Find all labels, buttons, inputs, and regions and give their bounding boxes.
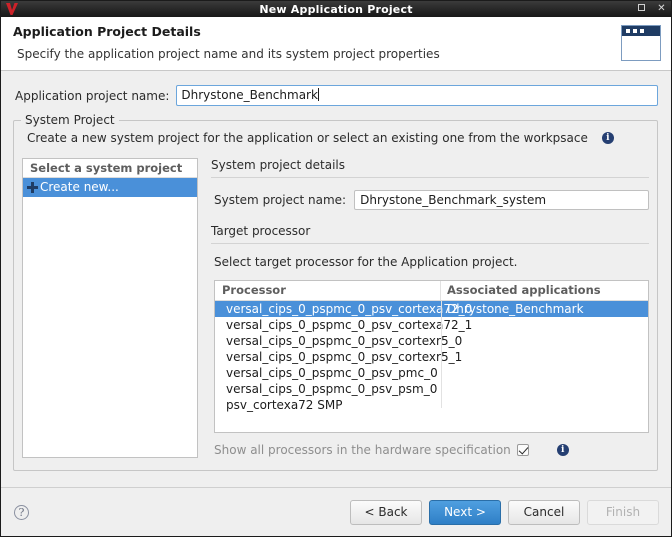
target-processor-title: Target processor [211,224,311,238]
table-row[interactable]: versal_cips_0_pspmc_0_psv_pmc_0 [215,365,648,381]
table-row[interactable]: psv_cortexa72 SMP [215,397,648,413]
table-row[interactable]: versal_cips_0_pspmc_0_psv_cortexr5_1 [215,349,648,365]
cancel-button[interactable]: Cancel [508,499,580,525]
info-icon[interactable]: i [556,444,569,456]
table-row[interactable]: versal_cips_0_pspmc_0_psv_cortexr5_0 [215,333,648,349]
dialog-footer: ? < Back Next > Cancel Finish [1,487,671,536]
system-project-description-row: Create a new system project for the appl… [22,131,649,145]
restore-window-icon[interactable] [636,4,647,14]
processor-table[interactable]: Processor Associated applications versal… [214,280,649,433]
system-project-list-header: Select a system project [23,159,197,178]
plus-icon [27,182,38,193]
info-icon[interactable]: i [601,132,614,144]
processor-table-header: Processor Associated applications [215,281,648,301]
cell-processor: versal_cips_0_pspmc_0_psv_psm_0 [226,382,438,396]
window-title: New Application Project [259,2,413,16]
table-row[interactable]: versal_cips_0_pspmc_0_psv_cortexa72_1 [215,317,648,333]
window-controls: ✕ [636,1,667,17]
title-bar: New Application Project ✕ [1,1,671,17]
cell-application [441,333,648,349]
new-application-project-dialog: New Application Project ✕ Application Pr… [0,0,672,537]
system-project-list[interactable]: Select a system project Create new... [22,158,198,458]
column-header-associated-applications[interactable]: Associated applications [441,281,648,300]
cell-application [441,397,648,413]
dialog-body: Application project name: Dhrystone_Benc… [1,71,671,487]
close-window-icon[interactable]: ✕ [656,4,667,14]
show-all-processors-label: Show all processors in the hardware spec… [214,443,511,457]
back-button[interactable]: < Back [350,499,422,525]
system-project-description: Create a new system project for the appl… [27,131,588,145]
application-project-name-input[interactable]: Dhrystone_Benchmark [176,85,658,106]
system-project-group-title: System Project [21,113,119,127]
cell-processor: versal_cips_0_pspmc_0_psv_cortexr5_0 [226,334,463,348]
cell-application [441,365,648,381]
system-project-details-title: System project details [211,158,346,172]
wizard-dialog-icon [621,25,661,61]
list-item-create-new[interactable]: Create new... [23,178,197,197]
text-caret [317,88,319,101]
target-processor-description: Select target processor for the Applicat… [214,255,518,269]
table-row[interactable]: versal_cips_0_pspmc_0_psv_cortexa72_0 Dh… [215,301,648,317]
dialog-header: Application Project Details Specify the … [1,17,671,71]
column-header-processor[interactable]: Processor [215,281,441,300]
finish-button: Finish [587,499,659,525]
system-project-name-label: System project name: [214,193,347,207]
system-project-group: System Project Create a new system proje… [13,113,658,471]
processor-table-body: versal_cips_0_pspmc_0_psv_cortexa72_0 Dh… [215,301,648,432]
cell-application [441,349,648,365]
table-row[interactable]: versal_cips_0_pspmc_0_psv_psm_0 [215,381,648,397]
cell-processor: versal_cips_0_pspmc_0_psv_pmc_0 [226,366,438,380]
column-divider [441,301,442,408]
page-subtitle: Specify the application project name and… [17,47,440,61]
list-item-label: Create new... [40,180,119,194]
section-divider-2 [211,243,649,244]
help-icon[interactable]: ? [14,504,29,520]
section-divider [211,177,649,178]
cell-application: Dhrystone_Benchmark [447,302,584,316]
system-project-name-row: System project name: Dhrystone_Benchmark… [211,190,649,210]
application-project-name-value: Dhrystone_Benchmark [181,88,318,102]
cell-processor: versal_cips_0_pspmc_0_psv_cortexa72_1 [226,318,473,332]
application-project-name-label: Application project name: [15,88,170,103]
show-all-processors-row: Show all processors in the hardware spec… [211,443,649,457]
system-project-name-value: Dhrystone_Benchmark_system [360,193,547,207]
vitis-logo-icon [1,1,23,17]
cell-application [441,381,648,397]
cell-processor: versal_cips_0_pspmc_0_psv_cortexr5_1 [226,350,463,364]
cell-processor: psv_cortexa72 SMP [226,398,343,412]
next-button[interactable]: Next > [429,499,501,525]
cell-processor: versal_cips_0_pspmc_0_psv_cortexa72_0 [226,302,473,316]
system-project-name-input[interactable]: Dhrystone_Benchmark_system [354,190,649,210]
application-project-name-row: Application project name: Dhrystone_Benc… [1,71,671,106]
system-project-details: System project details System project na… [198,158,649,458]
page-title: Application Project Details [13,24,201,39]
show-all-processors-checkbox[interactable] [516,444,529,456]
cell-application [441,317,648,333]
